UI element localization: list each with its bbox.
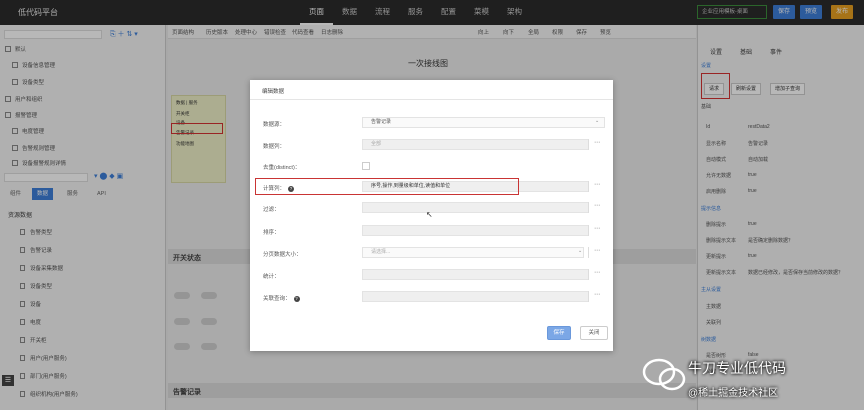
dialog-close-button[interactable]: 关闭: [580, 326, 608, 340]
watermark: 牛刀专业低代码 @稀土掘金技术社区: [636, 354, 864, 410]
sort-label: 排序：: [263, 230, 280, 236]
sort-more-button[interactable]: ⋯: [588, 225, 605, 236]
stats-more-button[interactable]: ⋯: [588, 269, 605, 280]
chevron-down-icon[interactable]: ⌄: [578, 248, 582, 254]
distinct-label: 去重(distinct)：: [263, 165, 301, 171]
datasource-select[interactable]: 告警记录: [362, 117, 605, 128]
filter-more-button[interactable]: ⋯: [588, 202, 605, 213]
edit-data-dialog: 编辑数据 数据源： 告警记录 ⌄ 数据列： 全部 ⋯ 去重(distinct)：…: [250, 80, 613, 351]
help-icon[interactable]: ?: [293, 296, 300, 302]
pagesize-more-button[interactable]: ⋯: [588, 247, 605, 258]
datacol-label: 数据列：: [263, 144, 286, 150]
datasource-label: 数据源：: [263, 122, 286, 128]
highlight-calc-column: [255, 178, 519, 195]
dialog-save-button[interactable]: 保存: [547, 326, 571, 340]
dialog-title: 编辑数据: [262, 89, 285, 95]
pagesize-label: 分页数据大小：: [263, 252, 302, 258]
watermark-title: 牛刀专业低代码: [688, 360, 786, 376]
distinct-checkbox[interactable]: [362, 162, 370, 170]
filter-input[interactable]: [362, 202, 605, 213]
dialog-header: 编辑数据: [250, 80, 613, 100]
wechat-icon: [642, 358, 686, 391]
join-more-button[interactable]: ⋯: [588, 291, 605, 302]
datacol-input[interactable]: 全部: [362, 139, 605, 150]
calc-more-button[interactable]: ⋯: [588, 181, 605, 192]
stats-input[interactable]: [362, 269, 605, 280]
join-label: 关联查询：?: [263, 296, 300, 302]
join-input[interactable]: [362, 291, 605, 302]
watermark-source: @稀土掘金技术社区: [688, 388, 779, 399]
sort-input[interactable]: [362, 225, 605, 236]
chevron-down-icon[interactable]: ⌄: [595, 118, 599, 124]
datacol-more-button[interactable]: ⋯: [588, 139, 605, 150]
mouse-cursor-icon: ↖: [426, 210, 433, 219]
filter-label: 过滤：: [263, 207, 280, 213]
stats-label: 统计：: [263, 274, 280, 280]
pagesize-select[interactable]: 请选择...: [362, 247, 584, 258]
